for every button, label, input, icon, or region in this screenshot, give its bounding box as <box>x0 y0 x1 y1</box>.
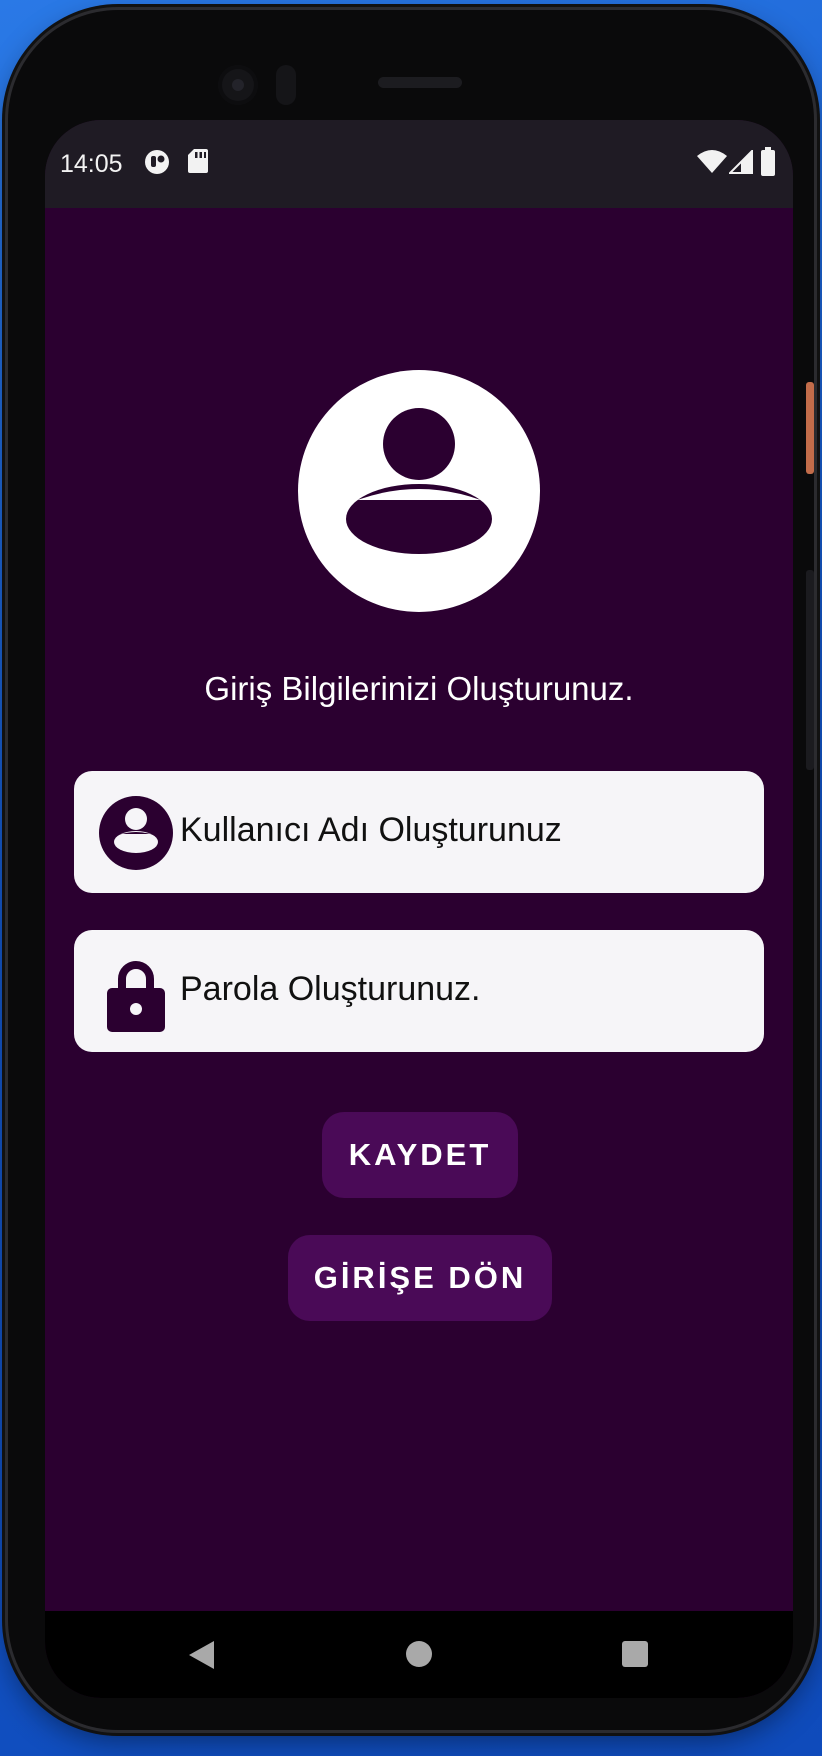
app-content: Giriş Bilgilerinizi Oluşturunuz. Kullanı… <box>45 208 793 1611</box>
proximity-sensor <box>276 65 296 105</box>
phone-frame: 14:05 Giriş Bilgilerinizi Oluşturunuz. K… <box>8 10 814 1730</box>
lock-icon <box>99 955 173 1032</box>
battery-icon <box>760 147 776 182</box>
phone-screen: 14:05 Giriş Bilgilerinizi Oluşturunuz. K… <box>45 120 793 1698</box>
volume-button <box>806 570 814 770</box>
home-icon[interactable] <box>405 1640 433 1673</box>
sd-card-icon <box>187 148 209 179</box>
navigation-bar <box>45 1611 793 1698</box>
username-placeholder: Kullanıcı Adı Oluşturunuz <box>180 811 562 849</box>
cell-signal-icon <box>727 148 753 179</box>
account-circle-icon <box>99 796 173 870</box>
account-circle-icon <box>298 370 540 612</box>
page-title: Giriş Bilgilerinizi Oluşturunuz. <box>204 670 634 707</box>
back-to-login-button[interactable]: GİRİŞE DÖN <box>288 1235 552 1321</box>
recents-icon[interactable] <box>621 1640 649 1673</box>
back-icon[interactable] <box>186 1639 216 1676</box>
status-bar: 14:05 <box>45 120 793 208</box>
save-button[interactable]: KAYDET <box>322 1112 518 1198</box>
front-camera <box>218 65 258 105</box>
app-notification-icon <box>143 148 171 181</box>
status-time: 14:05 <box>60 150 123 178</box>
earpiece-speaker <box>378 77 462 88</box>
username-field[interactable]: Kullanıcı Adı Oluşturunuz <box>74 771 764 893</box>
password-placeholder: Parola Oluşturunuz. <box>180 970 481 1008</box>
power-button <box>806 382 814 474</box>
password-field[interactable]: Parola Oluşturunuz. <box>74 930 764 1052</box>
wifi-icon <box>696 150 728 179</box>
